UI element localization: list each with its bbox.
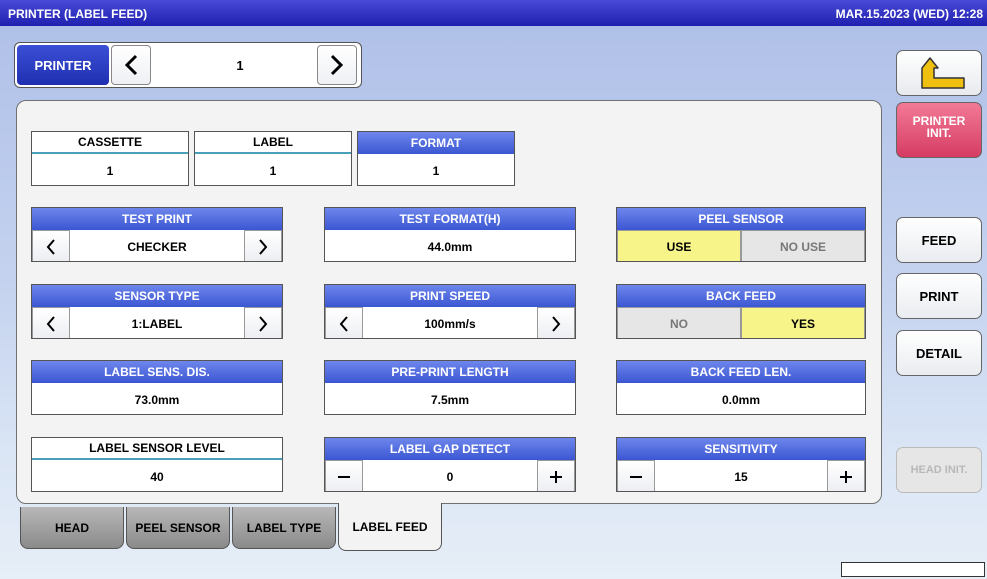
label-field[interactable]: LABEL 1 xyxy=(194,131,352,186)
format-label: FORMAT xyxy=(358,132,514,154)
peel-sensor-use-button[interactable]: USE xyxy=(617,230,741,261)
plus-icon xyxy=(550,470,562,483)
chevron-right-icon xyxy=(552,315,561,332)
tab-head[interactable]: HEAD xyxy=(20,507,124,549)
sensitivity-field: SENSITIVITY 15 xyxy=(616,437,866,492)
label-gap-detect-value: 0 xyxy=(446,469,454,484)
format-value: 1 xyxy=(432,163,440,178)
test-format-field[interactable]: TEST FORMAT(H) 44.0mm xyxy=(324,207,576,262)
back-feed-label: BACK FEED xyxy=(617,285,865,307)
chevron-left-icon xyxy=(339,315,348,332)
peel-sensor-label: PEEL SENSOR xyxy=(617,208,865,230)
test-print-next-button[interactable] xyxy=(244,230,282,261)
sensor-type-prev-button[interactable] xyxy=(32,307,70,338)
title-bar: PRINTER (LABEL FEED) MAR.15.2023 (WED) 1… xyxy=(0,0,987,26)
label-sens-dis-label: LABEL SENS. DIS. xyxy=(32,361,282,383)
label-sens-dis-value: 73.0mm xyxy=(134,392,180,407)
tab-peel-sensor[interactable]: PEEL SENSOR xyxy=(126,507,230,549)
printer-selector: PRINTER 1 xyxy=(14,42,362,88)
peel-sensor-field: PEEL SENSOR USE NO USE xyxy=(616,207,866,262)
printer-prev-button[interactable] xyxy=(111,45,151,85)
sensitivity-value: 15 xyxy=(734,469,748,484)
test-format-value: 44.0mm xyxy=(427,239,473,254)
cassette-field[interactable]: CASSETTE 1 xyxy=(31,131,189,186)
back-feed-len-label: BACK FEED LEN. xyxy=(617,361,865,383)
test-format-label: TEST FORMAT(H) xyxy=(325,208,575,230)
chevron-right-icon xyxy=(330,54,344,76)
cassette-label: CASSETTE xyxy=(32,132,188,154)
cassette-value: 1 xyxy=(106,163,114,178)
pre-print-length-field[interactable]: PRE-PRINT LENGTH 7.5mm xyxy=(324,360,576,415)
minus-icon xyxy=(630,475,642,478)
label-gap-detect-minus-button[interactable] xyxy=(325,460,363,491)
print-speed-label: PRINT SPEED xyxy=(325,285,575,307)
detail-button[interactable]: DETAIL xyxy=(896,330,982,376)
print-speed-next-button[interactable] xyxy=(537,307,575,338)
format-field[interactable]: FORMAT 1 xyxy=(357,131,515,186)
print-speed-prev-button[interactable] xyxy=(325,307,363,338)
print-speed-value: 100mm/s xyxy=(424,316,476,331)
printer-value: 1 xyxy=(236,57,244,73)
printer-next-button[interactable] xyxy=(317,45,357,85)
test-print-value: CHECKER xyxy=(127,239,187,254)
status-box xyxy=(841,562,985,577)
label-gap-detect-field: LABEL GAP DETECT 0 xyxy=(324,437,576,492)
back-feed-field: BACK FEED NO YES xyxy=(616,284,866,339)
back-feed-len-field[interactable]: BACK FEED LEN. 0.0mm xyxy=(616,360,866,415)
test-print-field: TEST PRINT CHECKER xyxy=(31,207,283,262)
feed-button[interactable]: FEED xyxy=(896,217,982,263)
chevron-left-icon xyxy=(46,238,55,255)
label-sensor-level-value: 40 xyxy=(150,469,164,484)
sensitivity-plus-button[interactable] xyxy=(827,460,865,491)
test-print-label: TEST PRINT xyxy=(32,208,282,230)
label-gap-detect-plus-button[interactable] xyxy=(537,460,575,491)
label-sens-dis-field[interactable]: LABEL SENS. DIS. 73.0mm xyxy=(31,360,283,415)
sensitivity-label: SENSITIVITY xyxy=(617,438,865,460)
datetime: MAR.15.2023 (WED) 12:28 xyxy=(835,7,983,21)
back-feed-len-value: 0.0mm xyxy=(721,392,761,407)
printer-init-button[interactable]: PRINTER INIT. xyxy=(896,102,982,158)
test-print-prev-button[interactable] xyxy=(32,230,70,261)
sensor-type-label: SENSOR TYPE xyxy=(32,285,282,307)
window-title: PRINTER (LABEL FEED) xyxy=(8,7,148,21)
label-label: LABEL xyxy=(195,132,351,154)
print-speed-field: PRINT SPEED 100mm/s xyxy=(324,284,576,339)
back-button[interactable] xyxy=(896,50,982,96)
sensor-type-field: SENSOR TYPE 1:LABEL xyxy=(31,284,283,339)
label-sensor-level-field[interactable]: LABEL SENSOR LEVEL 40 xyxy=(31,437,283,492)
return-arrow-icon xyxy=(921,57,965,89)
pre-print-length-value: 7.5mm xyxy=(430,392,470,407)
printer-label: PRINTER xyxy=(17,45,109,85)
plus-icon xyxy=(840,470,852,483)
tab-label-type[interactable]: LABEL TYPE xyxy=(232,507,336,549)
pre-print-length-label: PRE-PRINT LENGTH xyxy=(325,361,575,383)
label-sensor-level-label: LABEL SENSOR LEVEL xyxy=(32,438,282,460)
head-init-button[interactable]: HEAD INIT. xyxy=(896,447,982,493)
chevron-right-icon xyxy=(259,238,268,255)
sensor-type-next-button[interactable] xyxy=(244,307,282,338)
sensitivity-minus-button[interactable] xyxy=(617,460,655,491)
chevron-left-icon xyxy=(46,315,55,332)
back-feed-no-button[interactable]: NO xyxy=(617,307,741,338)
label-value: 1 xyxy=(269,163,277,178)
back-feed-yes-button[interactable]: YES xyxy=(741,307,865,338)
chevron-left-icon xyxy=(124,54,138,76)
tab-label-feed[interactable]: LABEL FEED xyxy=(338,503,442,551)
print-button[interactable]: PRINT xyxy=(896,273,982,319)
chevron-right-icon xyxy=(259,315,268,332)
minus-icon xyxy=(338,475,350,478)
sensor-type-value: 1:LABEL xyxy=(131,316,183,331)
settings-panel: CASSETTE 1 LABEL 1 FORMAT 1 TEST PRINT C… xyxy=(16,100,882,504)
label-gap-detect-label: LABEL GAP DETECT xyxy=(325,438,575,460)
peel-sensor-no-use-button[interactable]: NO USE xyxy=(741,230,865,261)
